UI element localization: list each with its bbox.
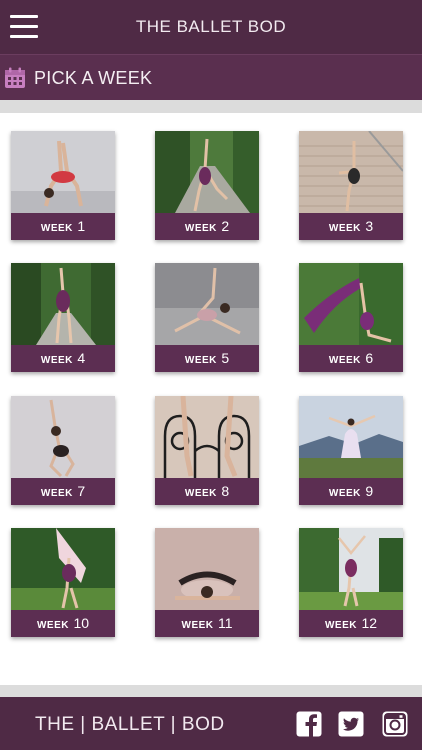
footer: THE | BALLET | BOD — [0, 697, 422, 750]
footer-brand: THE | BALLET | BOD — [35, 714, 225, 735]
week-prefix: WEEK — [184, 355, 217, 366]
week-prefix: WEEK — [328, 355, 361, 366]
week-number: 4 — [77, 350, 86, 366]
week-label: WEEK 6 — [299, 345, 403, 372]
week-number: 6 — [365, 350, 374, 366]
week-label: WEEK 4 — [11, 345, 115, 372]
week-tile-4[interactable]: WEEK 4 — [11, 263, 115, 372]
calendar-icon — [5, 67, 25, 88]
week-tile-1[interactable]: WEEK 1 — [11, 131, 115, 240]
week-photo — [155, 131, 259, 213]
week-photo — [299, 528, 403, 610]
week-number: 10 — [73, 615, 90, 631]
week-photo — [155, 263, 259, 345]
week-label: WEEK 12 — [299, 610, 403, 637]
week-label: WEEK 11 — [155, 610, 259, 637]
week-prefix: WEEK — [40, 355, 73, 366]
week-number: 12 — [361, 615, 378, 631]
twitter-icon[interactable] — [338, 711, 364, 737]
week-prefix: WEEK — [40, 223, 73, 234]
week-prefix: WEEK — [328, 223, 361, 234]
week-prefix: WEEK — [184, 223, 217, 234]
week-tile-12[interactable]: WEEK 12 — [299, 528, 403, 637]
instagram-icon[interactable] — [382, 711, 408, 737]
week-tile-5[interactable]: WEEK 5 — [155, 263, 259, 372]
week-label: WEEK 1 — [11, 213, 115, 240]
divider — [0, 100, 422, 113]
week-photo — [11, 396, 115, 478]
week-number: 7 — [77, 483, 86, 499]
week-prefix: WEEK — [36, 620, 69, 631]
week-prefix: WEEK — [324, 620, 357, 631]
week-number: 9 — [365, 483, 374, 499]
week-photo — [11, 528, 115, 610]
week-tile-3[interactable]: WEEK 3 — [299, 131, 403, 240]
week-number: 11 — [217, 615, 233, 631]
app-title: THE BALLET BOD — [135, 17, 287, 36]
week-prefix: WEEK — [328, 488, 361, 499]
week-prefix: WEEK — [40, 488, 73, 499]
week-tile-7[interactable]: WEEK 7 — [11, 396, 115, 505]
week-tile-9[interactable]: WEEK 9 — [299, 396, 403, 505]
week-tile-11[interactable]: WEEK 11 — [155, 528, 259, 637]
week-label: WEEK 9 — [299, 478, 403, 505]
top-bar: THE BALLET BOD — [0, 0, 422, 54]
week-number: 5 — [221, 350, 230, 366]
week-label: WEEK 7 — [11, 478, 115, 505]
facebook-icon[interactable] — [296, 711, 322, 737]
week-number: 2 — [221, 218, 230, 234]
divider — [0, 685, 422, 697]
week-grid: WEEK 1 WEEK 2 WEEK 3 WEEK 4 WEEK 5 WEEK … — [0, 113, 422, 685]
week-photo — [11, 131, 115, 213]
week-prefix: WEEK — [181, 620, 214, 631]
week-tile-6[interactable]: WEEK 6 — [299, 263, 403, 372]
week-label: WEEK 10 — [11, 610, 115, 637]
week-photo — [155, 528, 259, 610]
week-label: WEEK 5 — [155, 345, 259, 372]
week-photo — [155, 396, 259, 478]
page-title: PICK A WEEK — [34, 68, 153, 88]
week-tile-2[interactable]: WEEK 2 — [155, 131, 259, 240]
week-tile-10[interactable]: WEEK 10 — [11, 528, 115, 637]
week-number: 1 — [77, 218, 86, 234]
week-number: 3 — [365, 218, 374, 234]
week-label: WEEK 8 — [155, 478, 259, 505]
section-header: PICK A WEEK — [0, 54, 422, 100]
week-tile-8[interactable]: WEEK 8 — [155, 396, 259, 505]
week-label: WEEK 2 — [155, 213, 259, 240]
week-photo — [299, 263, 403, 345]
week-photo — [299, 396, 403, 478]
week-label: WEEK 3 — [299, 213, 403, 240]
week-photo — [299, 131, 403, 213]
week-prefix: WEEK — [184, 488, 217, 499]
week-photo — [11, 263, 115, 345]
week-number: 8 — [221, 483, 230, 499]
